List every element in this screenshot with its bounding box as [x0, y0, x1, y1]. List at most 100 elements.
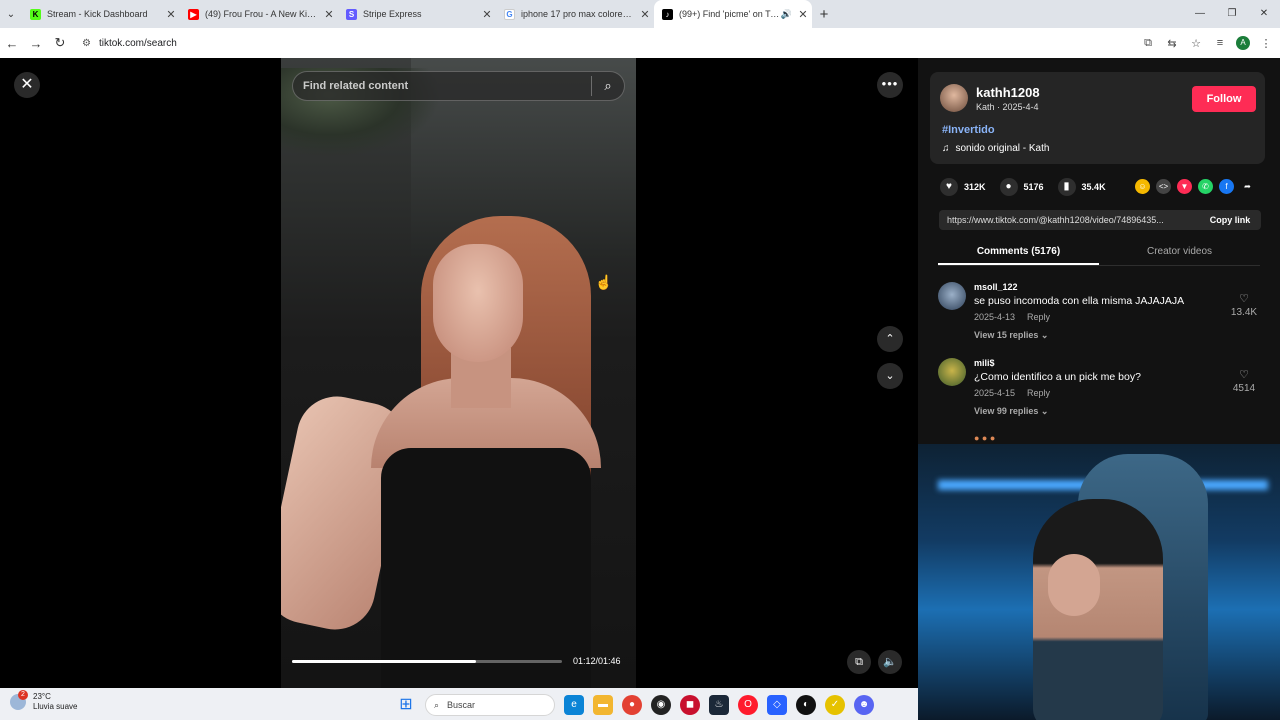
close-window-icon[interactable]: ✕ — [1248, 0, 1280, 28]
bookmark-star-icon[interactable]: ☆ — [1188, 37, 1204, 50]
close-tab-icon[interactable]: ✕ — [794, 8, 812, 21]
close-tab-icon[interactable]: ✕ — [162, 8, 180, 21]
comment-button[interactable]: ● 5176 — [999, 178, 1044, 196]
maximize-icon[interactable]: ❐ — [1216, 0, 1248, 28]
video-player[interactable]: ⌕ ☝ 01:12/01:46 — [281, 58, 636, 688]
address-bar: ← → ↻ ⚙ tiktok.com/search ⧉ ⇆ ☆ ≡ A ⋮ — [0, 28, 1280, 58]
hashtag-link[interactable]: #Invertido — [942, 124, 995, 136]
app-black-icon[interactable]: ◐ — [796, 695, 816, 715]
copy-link-button[interactable]: Copy link — [1199, 215, 1261, 225]
comment-like-button[interactable]: ♡ 4514 — [1224, 368, 1264, 394]
comment-username[interactable]: msoll_122 — [974, 282, 1018, 292]
app-yellow-icon[interactable]: ✓ — [825, 695, 845, 715]
author-avatar[interactable] — [940, 84, 968, 112]
reload-icon[interactable]: ↻ — [48, 35, 72, 51]
chrome-icon[interactable]: ● — [622, 695, 642, 715]
music-link[interactable]: ♫ sonido original - Kath — [942, 143, 1049, 154]
weather-widget[interactable]: 2 23°C Lluvia suave — [10, 690, 77, 712]
browser-tab-bar: ⌄ K Stream - Kick Dashboard ✕ ▶ (49) Fro… — [0, 0, 1280, 28]
reply-button[interactable]: Reply — [1027, 312, 1050, 322]
file-explorer-icon[interactable]: ▬ — [593, 695, 613, 715]
commenter-avatar[interactable] — [938, 358, 966, 386]
view-replies-button[interactable]: View 15 replies ⌄ — [974, 330, 1048, 341]
previous-video-icon[interactable]: ⌃ — [877, 326, 903, 352]
save-button[interactable]: ▮ 35.4K — [1057, 178, 1106, 196]
friends-share-icon[interactable]: ☺ — [1135, 179, 1150, 194]
like-button[interactable]: ♥ 312K — [940, 178, 986, 196]
heart-outline-icon: ♡ — [1239, 293, 1249, 305]
tab-stripe[interactable]: S Stripe Express ✕ — [338, 0, 496, 28]
video-progress-bar[interactable] — [292, 660, 562, 663]
back-icon[interactable]: ← — [0, 36, 24, 51]
opera-icon[interactable]: O — [738, 695, 758, 715]
close-icon[interactable]: ✕ — [14, 72, 40, 98]
video-person-face — [433, 244, 523, 362]
close-tab-icon[interactable]: ✕ — [478, 8, 496, 21]
mouse-cursor-icon: ☝ — [595, 274, 613, 290]
facebook-icon[interactable]: f — [1219, 179, 1234, 194]
tab-search-icon[interactable]: ⌄ — [0, 0, 22, 28]
comment-username[interactable]: mili$ — [974, 358, 995, 368]
discord-icon[interactable]: ☻ — [854, 695, 874, 715]
comment-date: 2025-4-15 — [974, 388, 1016, 398]
related-search-input[interactable] — [293, 72, 591, 100]
extensions-icon[interactable]: ≡ — [1212, 37, 1228, 49]
share-buttons: ☺ <> ▼ ✆ f ➦ — [1135, 179, 1255, 194]
share-arrow-icon[interactable]: ➦ — [1240, 179, 1255, 194]
new-tab-button[interactable]: + — [812, 6, 836, 23]
temperature: 23°C — [33, 692, 51, 701]
send-icon[interactable]: ▼ — [1177, 179, 1192, 194]
tab-google[interactable]: G iphone 17 pro max colores - Go ✕ — [496, 0, 654, 28]
site-info-icon[interactable]: ⚙ — [82, 38, 91, 49]
tab-creator-videos[interactable]: Creator videos — [1099, 240, 1260, 265]
close-tab-icon[interactable]: ✕ — [320, 8, 338, 21]
tab-kick[interactable]: K Stream - Kick Dashboard ✕ — [22, 0, 180, 28]
minimize-icon[interactable]: — — [1184, 0, 1216, 28]
reply-button[interactable]: Reply — [1027, 388, 1050, 398]
next-video-icon[interactable]: ⌄ — [877, 363, 903, 389]
app-blue-icon[interactable]: ◇ — [767, 695, 787, 715]
close-tab-icon[interactable]: ✕ — [636, 8, 654, 21]
youtube-icon: ▶ — [188, 8, 199, 20]
app-red-icon[interactable]: ◼ — [680, 695, 700, 715]
comment-item: mili$ ¿Como identifico a un pick me boy?… — [938, 358, 1268, 422]
follow-button[interactable]: Follow — [1192, 86, 1256, 112]
install-icon[interactable]: ⧉ — [1140, 37, 1156, 50]
search-icon[interactable]: ⌕ — [592, 78, 624, 94]
comment-like-count: 13.4K — [1230, 307, 1258, 318]
tab-comments[interactable]: Comments (5176) — [938, 240, 1099, 265]
tab-youtube[interactable]: ▶ (49) Frou Frou - A New Kind Of ✕ — [180, 0, 338, 28]
speaker-icon[interactable]: 🔊 — [781, 9, 792, 20]
windows-start-icon[interactable]: ⊞ — [396, 695, 416, 715]
tiktok-icon: ♪ — [662, 8, 673, 20]
translate-icon[interactable]: ⇆ — [1164, 37, 1180, 50]
embed-icon[interactable]: <> — [1156, 179, 1171, 194]
taskbar-search[interactable]: ⌕ Buscar — [425, 694, 555, 716]
more-options-icon[interactable]: ••• — [877, 72, 903, 98]
share-link-text[interactable]: https://www.tiktok.com/@kathh1208/video/… — [939, 215, 1199, 225]
url-field[interactable]: ⚙ tiktok.com/search — [78, 31, 1118, 55]
kick-icon: K — [30, 8, 41, 20]
tab-title: (49) Frou Frou - A New Kind Of — [205, 9, 320, 19]
profile-avatar[interactable]: A — [1236, 36, 1250, 50]
comment-text: se puso incomoda con ella misma JAJAJAJA — [974, 295, 1185, 307]
details-panel: kathh1208 Kath · 2025-4-4 Follow #Invert… — [918, 58, 1280, 444]
video-progress-fill — [292, 660, 476, 663]
tab-title: (99+) Find 'picme' on TikTok — [679, 9, 781, 19]
edge-icon[interactable]: e — [564, 695, 584, 715]
commenter-avatar[interactable] — [938, 282, 966, 310]
whatsapp-icon[interactable]: ✆ — [1198, 179, 1213, 194]
steam-icon[interactable]: ♨ — [709, 695, 729, 715]
comment-like-button[interactable]: ♡ 13.4K — [1224, 292, 1264, 318]
obs-icon[interactable]: ◉ — [651, 695, 671, 715]
volume-icon[interactable]: 🔈 — [878, 650, 902, 674]
forward-icon[interactable]: → — [24, 36, 48, 51]
view-replies-button[interactable]: View 99 replies ⌄ — [974, 406, 1048, 417]
tab-tiktok[interactable]: ♪ (99+) Find 'picme' on TikTok 🔊 ✕ — [654, 0, 812, 28]
menu-dots-icon[interactable]: ⋮ — [1258, 37, 1274, 50]
comment-like-count: 4514 — [1232, 383, 1256, 394]
author-username[interactable]: kathh1208 — [976, 85, 1040, 100]
picture-in-picture-icon[interactable]: ⧉ — [847, 650, 871, 674]
comment-count: 5176 — [1023, 182, 1044, 192]
webcam-streamer-face — [1048, 554, 1100, 616]
